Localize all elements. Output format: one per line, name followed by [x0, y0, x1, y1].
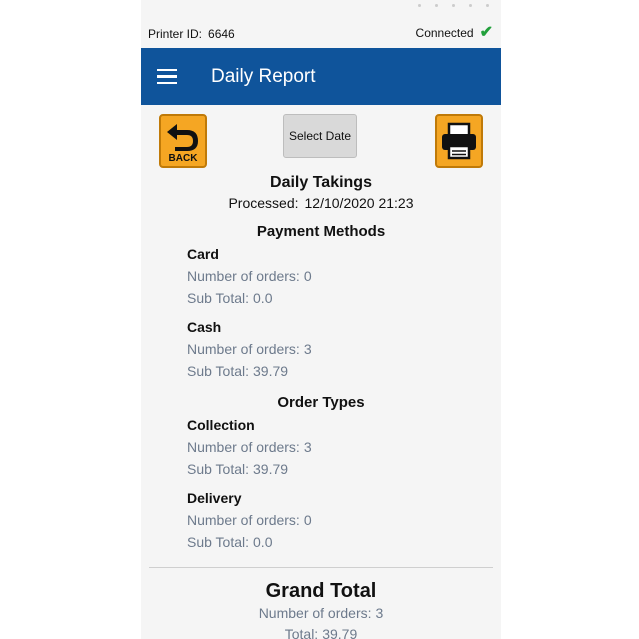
order-type-collection: Collection Number of orders: 3 Sub Total:… [187, 417, 501, 480]
processed-line: Processed: 12/10/2020 21:23 [141, 195, 501, 211]
payment-method-card: Card Number of orders: 0 Sub Total: 0.0 [187, 246, 501, 309]
orders-value: 0 [303, 512, 312, 528]
orders-count-line: Number of orders: 3 [187, 338, 501, 360]
grand-orders-line: Number of orders: 3 [141, 603, 501, 624]
grand-total-label: Total: [284, 626, 319, 639]
processed-value: 12/10/2020 21:23 [304, 195, 414, 211]
orders-value: 0 [303, 268, 312, 284]
page-title: Daily Report [211, 65, 316, 87]
hamburger-icon[interactable] [157, 68, 177, 85]
phone-screen: Printer ID: 6646 Connected ✔ Daily Report… [141, 0, 501, 639]
back-button-label: BACK [168, 153, 198, 164]
orders-label: Number of orders: [187, 439, 300, 455]
action-row: BACK Select Date [141, 105, 501, 168]
printer-icon [442, 122, 476, 160]
grand-total-line: Total: 39.79 [141, 624, 501, 639]
back-arrow-icon [167, 124, 198, 151]
app-bar: Daily Report [141, 48, 501, 105]
orders-label: Number of orders: [187, 341, 300, 357]
processed-label: Processed: [228, 195, 299, 211]
orders-value: 3 [303, 341, 312, 357]
subtotal-line: Sub Total: 39.79 [187, 458, 501, 480]
print-button[interactable] [435, 114, 483, 168]
order-types-heading: Order Types [277, 394, 365, 411]
subtotal-value: 0.0 [253, 534, 273, 550]
select-date-button[interactable]: Select Date [283, 114, 357, 158]
grand-orders-value: 3 [375, 605, 384, 621]
subtotal-value: 0.0 [253, 290, 273, 306]
orders-count-line: Number of orders: 3 [187, 436, 501, 458]
order-type-delivery: Delivery Number of orders: 0 Sub Total: 0.… [187, 490, 501, 553]
decorative-dots [418, 4, 489, 7]
subtotal-value: 39.79 [253, 461, 289, 477]
printer-id: Printer ID: 6646 [148, 27, 235, 41]
orders-label: Number of orders: [187, 268, 300, 284]
orders-label: Number of orders: [187, 512, 300, 528]
payment-method-name: Card [187, 246, 219, 262]
order-type-name: Collection [187, 417, 255, 433]
grand-orders-label: Number of orders: [258, 605, 372, 621]
payment-methods-heading: Payment Methods [256, 223, 386, 240]
orders-value: 3 [303, 439, 312, 455]
order-type-name: Delivery [187, 490, 242, 506]
subtotal-label: Sub Total: [187, 534, 250, 550]
check-icon: ✔ [479, 24, 493, 41]
printer-id-value: 6646 [208, 27, 235, 41]
grand-total-value: 39.79 [322, 626, 358, 639]
payment-method-name: Cash [187, 319, 222, 335]
subtotal-line: Sub Total: 39.79 [187, 360, 501, 382]
daily-takings-heading: Daily Takings [270, 174, 372, 191]
subtotal-label: Sub Total: [187, 461, 250, 477]
orders-count-line: Number of orders: 0 [187, 265, 501, 287]
subtotal-label: Sub Total: [187, 363, 250, 379]
back-button[interactable]: BACK [159, 114, 207, 168]
subtotal-line: Sub Total: 0.0 [187, 531, 501, 553]
connection-label: Connected [415, 26, 474, 40]
connection-status: Connected ✔ [416, 25, 493, 41]
payment-method-cash: Cash Number of orders: 3 Sub Total: 39.79 [187, 319, 501, 382]
divider [149, 567, 493, 568]
status-bar: Printer ID: 6646 Connected ✔ [141, 0, 501, 48]
grand-total-heading: Grand Total [265, 580, 377, 602]
subtotal-value: 39.79 [253, 363, 289, 379]
orders-count-line: Number of orders: 0 [187, 509, 501, 531]
subtotal-line: Sub Total: 0.0 [187, 287, 501, 309]
subtotal-label: Sub Total: [187, 290, 250, 306]
printer-id-label: Printer ID: [148, 27, 203, 41]
